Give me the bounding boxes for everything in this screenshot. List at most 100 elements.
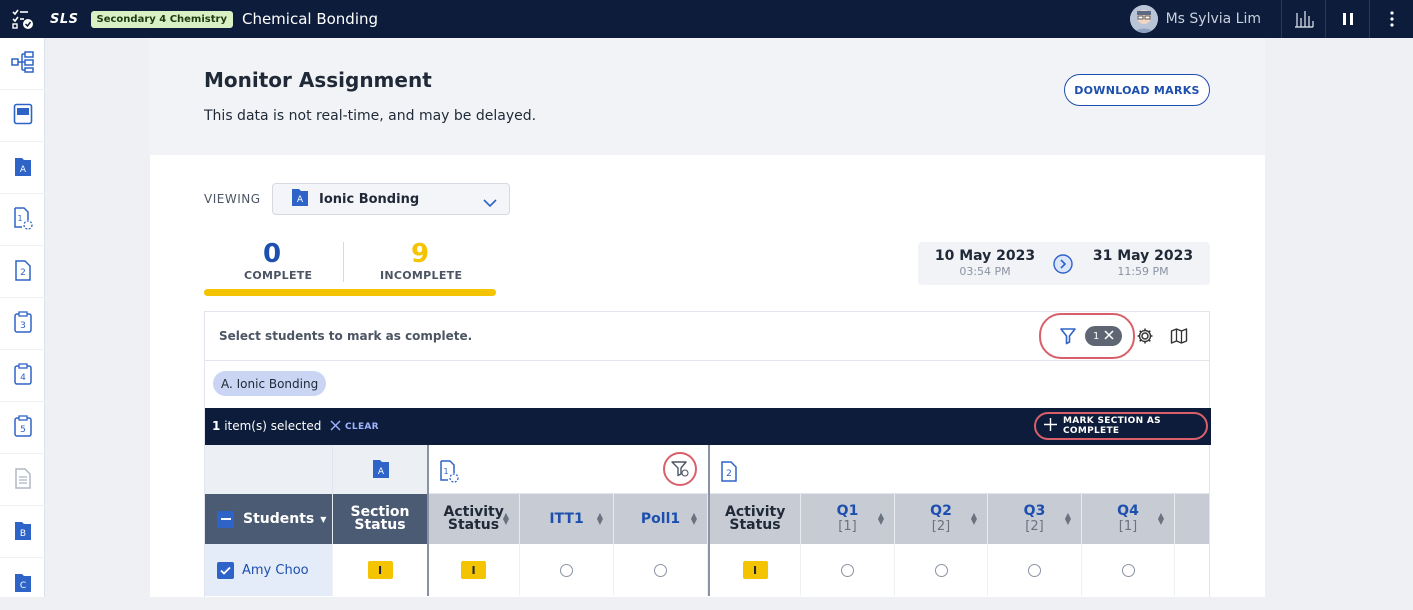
itt1-label: ITT1 xyxy=(549,510,584,527)
chevron-down-icon xyxy=(483,193,497,212)
complete-count-label: COMPLETE xyxy=(244,269,313,282)
end-date-value: 31 May 2023 xyxy=(1092,248,1194,264)
column-filter-icon[interactable] xyxy=(663,452,697,486)
viewing-select[interactable]: A Ionic Bonding xyxy=(272,183,510,215)
empty-response-circle xyxy=(1121,563,1135,577)
select-all-checkbox[interactable] xyxy=(217,510,234,528)
sidebar-item-activity-1[interactable]: 1 xyxy=(0,194,45,246)
itt1-header[interactable]: ITT1 ▲ ▼ xyxy=(520,494,614,544)
viewing-label: VIEWING xyxy=(204,192,261,206)
column-group-divider xyxy=(708,445,710,596)
activity-status-2-cell: I xyxy=(710,544,801,596)
mark-section-complete-button[interactable]: MARK SECTION AS COMPLETE xyxy=(1034,412,1208,440)
sidebar-item-section-a[interactable]: A xyxy=(0,142,45,194)
activity-1-icon: 1 xyxy=(12,206,34,234)
more-options-icon[interactable] xyxy=(1369,0,1413,38)
mark-section-label: MARK SECTION AS COMPLETE xyxy=(1063,416,1161,436)
poll1-cell[interactable] xyxy=(614,544,708,596)
empty-response-circle xyxy=(841,563,854,577)
q4-header[interactable]: Q4 [1] ▲ ▼ xyxy=(1082,494,1175,544)
sidebar-item-activity-3[interactable]: 3 xyxy=(0,298,45,350)
map-icon[interactable] xyxy=(1170,327,1188,349)
download-marks-button[interactable]: DOWNLOAD MARKS xyxy=(1064,74,1210,106)
sidebar: A 1 2 3 4 5 B C xyxy=(0,38,45,610)
sort-down-icon: ▼ xyxy=(320,514,327,524)
section-c-icon: C xyxy=(13,571,33,597)
students-column-header[interactable]: Students ▼ xyxy=(205,494,333,544)
sidebar-item-book[interactable] xyxy=(0,90,45,142)
selected-count: 1 xyxy=(212,419,221,433)
section-status-label: Section Status xyxy=(350,504,410,533)
lesson-map-icon xyxy=(10,50,35,77)
checklist-menu-icon[interactable] xyxy=(0,0,46,38)
pause-icon[interactable] xyxy=(1325,0,1369,38)
svg-text:B: B xyxy=(19,529,25,539)
page-title: Monitor Assignment xyxy=(204,68,432,92)
table-row[interactable]: Amy Choo I I I xyxy=(205,544,1209,596)
activity-status-1-label: Activity Status xyxy=(443,504,504,533)
student-cell[interactable]: Amy Choo xyxy=(205,544,333,596)
section-filter-chip[interactable]: A. Ionic Bonding xyxy=(213,371,327,396)
sidebar-item-activity-2[interactable]: 2 xyxy=(0,246,45,298)
active-filter-chip[interactable]: 1 xyxy=(1085,326,1122,346)
plus-icon xyxy=(1044,418,1057,434)
svg-text:2: 2 xyxy=(726,469,732,479)
section-status-cell: I xyxy=(333,544,428,596)
gear-icon[interactable] xyxy=(1136,327,1154,349)
section-a-icon: A xyxy=(371,457,391,483)
students-header-label: Students xyxy=(243,510,315,527)
q2-header[interactable]: Q2 [2] ▲ ▼ xyxy=(895,494,988,544)
empty-response-circle xyxy=(560,563,573,577)
activity-1-icon[interactable]: 1 xyxy=(438,459,460,487)
completion-progress-bar xyxy=(204,289,496,296)
panel-divider xyxy=(205,360,1209,361)
top-bar: SLS Secondary 4 Chemistry Chemical Bondi… xyxy=(0,0,1413,38)
user-name[interactable]: Ms Sylvia Lim xyxy=(1166,11,1261,27)
activity-icon-row: A 1 2 xyxy=(205,445,1209,494)
sidebar-item-activity-4[interactable]: 4 xyxy=(0,350,45,402)
empty-response-circle xyxy=(1028,563,1041,577)
q2-cell[interactable] xyxy=(895,544,988,596)
icon-row-section: A xyxy=(333,445,428,494)
sidebar-item-section-b[interactable]: B xyxy=(0,506,45,558)
sort-icon: ▲ ▼ xyxy=(1157,511,1164,526)
q3-header[interactable]: Q3 [2] ▲ ▼ xyxy=(988,494,1082,544)
sidebar-item-activity-5[interactable]: 5 xyxy=(0,402,45,454)
activity-status-2-header[interactable]: Activity Status xyxy=(710,494,801,544)
q4-label: Q4 [1] xyxy=(1117,503,1139,534)
sidebar-item-section-c[interactable]: C xyxy=(0,558,45,610)
activity-2-icon[interactable]: 2 xyxy=(719,460,739,486)
document-icon xyxy=(13,467,33,493)
row-checkbox-checked[interactable] xyxy=(217,561,234,579)
page-subtitle: This data is not real-time, and may be d… xyxy=(204,108,537,124)
q2-label: Q2 [2] xyxy=(930,503,952,534)
start-time-value: 03:54 PM xyxy=(959,265,1011,278)
activity-status-1-header[interactable]: Activity Status ▲ ▼ xyxy=(428,494,520,544)
q3-cell[interactable] xyxy=(988,544,1082,596)
sort-icon: ▲ ▼ xyxy=(877,511,884,526)
selection-status: 1 item(s) selected xyxy=(212,419,321,433)
section-a-icon: A xyxy=(13,155,33,181)
section-status-header[interactable]: Section Status xyxy=(333,494,428,544)
filter-icon[interactable] xyxy=(1059,327,1077,349)
user-avatar[interactable] xyxy=(1129,5,1158,33)
selected-text: item(s) selected xyxy=(224,419,322,433)
filter-count: 1 xyxy=(1093,330,1100,342)
q1-header[interactable]: Q1 [1] ▲ ▼ xyxy=(801,494,895,544)
activity-status-1-cell: I xyxy=(428,544,520,596)
incomplete-count: 9 INCOMPLETE xyxy=(380,241,463,282)
table-header-row: Students ▼ Section Status Activity Statu… xyxy=(205,494,1209,544)
bar-chart-icon[interactable] xyxy=(1281,0,1325,38)
poll1-header[interactable]: Poll1 ▲ ▼ xyxy=(614,494,708,544)
sls-logo[interactable]: SLS xyxy=(50,12,79,27)
sidebar-item-document[interactable] xyxy=(0,454,45,506)
incomplete-count-label: INCOMPLETE xyxy=(380,269,463,282)
q4-cell[interactable] xyxy=(1082,544,1175,596)
svg-text:4: 4 xyxy=(20,373,26,383)
itt1-cell[interactable] xyxy=(520,544,614,596)
student-name[interactable]: Amy Choo xyxy=(242,563,309,578)
clear-selection-button[interactable]: CLEAR xyxy=(330,420,379,434)
q1-cell[interactable] xyxy=(801,544,895,596)
sidebar-item-lesson-map[interactable] xyxy=(0,38,45,90)
close-icon[interactable] xyxy=(1104,329,1114,343)
